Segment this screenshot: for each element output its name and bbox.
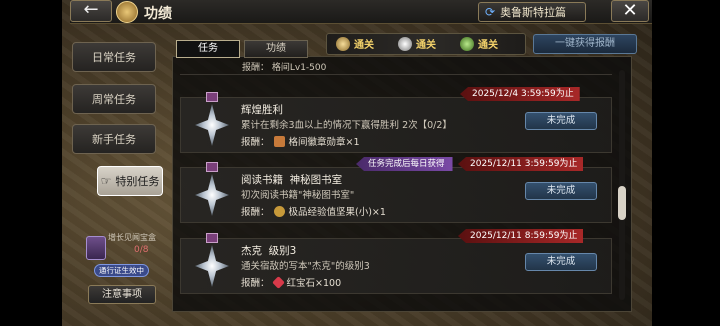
- reward-prefix: 报酬：: [241, 137, 270, 148]
- back-button[interactable]: ←: [70, 0, 112, 22]
- partial-reward-text: 报酬： 格间Lv1-500: [242, 63, 327, 73]
- pointing-hand-icon: ☞: [100, 174, 112, 188]
- claim-all-button[interactable]: 一键获得报酬: [533, 34, 637, 54]
- deadline-tag: 2025/12/11 3:59:59为止: [458, 157, 584, 171]
- reward-label: 格间徽章勋章×1: [288, 137, 360, 148]
- refresh-icon: ⟳: [485, 5, 496, 19]
- ruby-icon: [271, 275, 285, 289]
- task-reward: 报酬： 极品经验值坚果(小)×1: [241, 204, 386, 218]
- scrollbar-track[interactable]: [619, 70, 625, 300]
- deadline-tag: 2025/12/11 8:59:59为止: [458, 229, 584, 243]
- deadline-tag: 2025/12/4 3:59:59为止: [460, 87, 580, 101]
- sidebar-item-label: 新手任务: [92, 133, 136, 146]
- daily-reward-tag: 任务完成后每日获得: [356, 157, 453, 171]
- task-description: 初次阅读书籍"神秘图书室": [241, 190, 355, 201]
- tab-tasks[interactable]: 任务: [176, 40, 240, 58]
- page-title: 功绩: [144, 6, 172, 22]
- sidebar-item-label: 周常任务: [92, 93, 136, 106]
- nut-icon: [273, 205, 285, 217]
- treasure-box-icon: [86, 236, 106, 260]
- reward-prefix: 报酬：: [241, 207, 270, 218]
- task-row: 辉煌胜利 累计在剩余3血以上的情况下赢得胜利 2次【0/2】 报酬： 格间徽章勋…: [180, 92, 612, 153]
- clear-status-2: 通关: [398, 36, 436, 51]
- list-item-partial: 报酬： 格间Lv1-500: [180, 57, 612, 75]
- clear-label: 通关: [354, 40, 374, 51]
- letterbox-right: [652, 0, 720, 326]
- chapter-select-button[interactable]: ⟳ 奥鲁斯特拉篇: [478, 2, 586, 22]
- sidebar-item-label: 特别任务: [115, 175, 160, 188]
- chapter-label: 奥鲁斯特拉篇: [500, 6, 567, 19]
- task-name: 辉煌胜利: [241, 104, 283, 116]
- task-reward: 报酬： 红宝石×100: [241, 275, 341, 289]
- pass-active-badge: 通行证生效中: [94, 264, 149, 277]
- difficulty-2-icon: [398, 36, 412, 51]
- sidebar-item-weekly[interactable]: 周常任务: [72, 84, 156, 114]
- reward-label: 极品经验值坚果(小)×1: [288, 207, 386, 218]
- clear-status-3: 通关: [460, 36, 498, 51]
- reward-label: 红宝石×100: [286, 278, 342, 289]
- status-button[interactable]: 未完成: [525, 253, 597, 271]
- sidebar-item-daily[interactable]: 日常任务: [72, 42, 156, 72]
- sidebar-item-special[interactable]: ☞ 特别任务: [97, 166, 163, 196]
- notes-button[interactable]: 注意事项: [88, 285, 156, 304]
- back-arrow-icon: ←: [83, 0, 99, 20]
- clear-label: 通关: [478, 40, 498, 51]
- growth-count: 0/8: [134, 245, 149, 255]
- clear-label: 通关: [416, 40, 436, 51]
- medal-icon: [195, 92, 229, 156]
- close-button[interactable]: ✕: [611, 0, 649, 22]
- task-description: 累计在剩余3血以上的情况下赢得胜利 2次【0/2】: [241, 120, 452, 131]
- task-name: 阅读书籍 神秘图书室: [241, 174, 343, 186]
- feats-emblem-icon: [116, 1, 138, 23]
- task-row: 阅读书籍 神秘图书室 初次阅读书籍"神秘图书室" 报酬： 极品经验值坚果(小)×…: [180, 162, 612, 223]
- difficulty-1-icon: [336, 36, 350, 51]
- reward-prefix: 报酬：: [241, 278, 270, 289]
- medal-icon: [195, 233, 229, 297]
- status-button[interactable]: 未完成: [525, 112, 597, 130]
- medal-icon: [195, 162, 229, 226]
- close-x-icon: ✕: [622, 0, 638, 21]
- task-description: 通关宿敌的写本"杰克"的级别3: [241, 261, 370, 272]
- status-button[interactable]: 未完成: [525, 182, 597, 200]
- task-name: 杰克 级别3: [241, 245, 297, 257]
- task-reward: 报酬： 格间徽章勋章×1: [241, 134, 360, 148]
- letterbox-left: [0, 0, 62, 326]
- clear-status-1: 通关: [336, 36, 374, 51]
- sidebar-item-label: 日常任务: [92, 51, 136, 64]
- tab-feats[interactable]: 功绩: [244, 40, 308, 58]
- growth-label: 增长见闻宝盒: [108, 233, 156, 242]
- growth-reward-box[interactable]: 增长见闻宝盒 0/8 通行证生效中: [86, 232, 158, 278]
- badge-medal-icon: [273, 135, 285, 147]
- sidebar-item-beginner[interactable]: 新手任务: [72, 124, 156, 154]
- difficulty-3-icon: [460, 36, 474, 51]
- scrollbar-thumb[interactable]: [618, 186, 626, 220]
- task-row: 杰克 级别3 通关宿敌的写本"杰克"的级别3 报酬： 红宝石×100 未完成: [180, 233, 612, 294]
